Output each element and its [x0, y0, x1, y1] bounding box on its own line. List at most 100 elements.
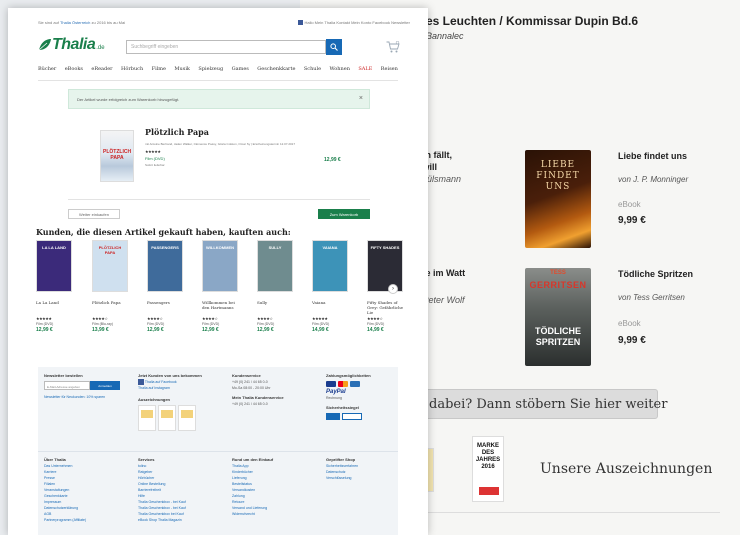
cover-text: WILLKOMMEN [206, 245, 234, 250]
product-price: 12,99 € [324, 157, 341, 163]
amex-icon [350, 381, 360, 387]
book-type: eBook [618, 319, 641, 328]
book-title[interactable]: Tödliche Spritzen [618, 269, 693, 279]
recommendation-item[interactable]: FIFTY SHADES Fifty Shades of Grey: Gefähr… [367, 240, 405, 333]
country-link[interactable]: Thalia Österreich [60, 20, 90, 25]
nav-item-games[interactable]: Games [232, 66, 249, 72]
recommendation-cover[interactable]: WILLKOMMEN [202, 240, 238, 292]
nav-item-schule[interactable]: Schule [304, 66, 321, 72]
book-title[interactable]: Liebe findet uns [618, 151, 687, 161]
nav-item-geschenkkarte[interactable]: Geschenkkarte [257, 66, 295, 72]
browse-more-button[interactable]: dabei? Dann stöbern Sie hier weiter [418, 389, 667, 419]
cart-icon[interactable] [386, 41, 400, 53]
book-author: von J. P. Monninger [618, 175, 689, 184]
recommendation-item[interactable]: PASSENGERS Passengers ★★★★☆ Film (DVD) 12,99… [147, 240, 185, 333]
thalia-logo[interactable]: Thalia .de [38, 36, 105, 54]
recommendations-heading: Kunden, die diesen Artikel gekauft haben… [36, 227, 291, 237]
top-bar-links[interactable]: Hallo Mein Thalia Kontakt Mein Konto Fac… [298, 20, 410, 26]
recommendation-rating: ★★★★☆ [257, 316, 273, 321]
product-thumbnail[interactable]: PLÖTZLICH PAPA [100, 130, 134, 182]
continue-shopping-button[interactable]: Weiter einkaufen [68, 209, 120, 219]
close-icon[interactable]: × [359, 95, 363, 102]
nav-item-ebooks[interactable]: eBooks [65, 66, 83, 72]
go-to-cart-button[interactable]: Zum Warenkorb [318, 209, 370, 219]
recommendation-item[interactable]: VAIANA Vaiana ★★★★★ Film (DVD) 14,99 € [312, 240, 350, 333]
award-icon [178, 405, 196, 432]
recommendation-format: Film (DVD) [257, 322, 275, 326]
nav-item-sale[interactable]: SALE [358, 66, 372, 72]
recommendation-title[interactable]: Passengers [147, 300, 185, 312]
recommendation-price: 12,99 € [257, 327, 274, 333]
service-cs-phone: +49 (0) 241 / 44 65 0-0 [232, 402, 268, 406]
payment-icons [326, 381, 386, 387]
recommendation-title[interactable]: Sully [257, 300, 295, 312]
recommendation-title[interactable]: Plötzlich Papa [92, 300, 130, 312]
recommendation-cover[interactable]: LA LA LAND [36, 240, 72, 292]
newsletter-email-input[interactable]: E-Mail-Adresse angeben [44, 381, 90, 390]
top-bar-prefix: Sie sind auf [38, 20, 60, 25]
recommendation-item[interactable]: SULLY Sully ★★★★☆ Film (DVD) 12,99 € [257, 240, 295, 333]
product-rating: ★★★★★ [145, 149, 161, 154]
recommendation-price: 12,99 € [202, 327, 219, 333]
recommendation-rating: ★★★★☆ [367, 316, 383, 321]
nav-item-spielzeug[interactable]: Spielzeug [198, 66, 223, 72]
footer-service: Kundenservice +49 (0) 241 / 44 65 0-0 Mo… [232, 373, 312, 407]
recommendation-cover[interactable]: FIFTY SHADES [367, 240, 403, 292]
recommendation-item[interactable]: PLÖTZLICH PAPA Plötzlich Papa ★★★★☆ Film (B… [92, 240, 130, 333]
book-author: von Tess Gerritsen [618, 293, 685, 302]
message-text: Der Artikel wurde erfolgreich zum Warenk… [77, 97, 180, 102]
recommendation-price: 14,99 € [312, 327, 329, 333]
main-navigation: Bücher eBooks eReader Hörbuch Filme Musik Spie… [38, 66, 398, 72]
search-button[interactable] [326, 39, 342, 55]
recommendation-title[interactable]: La La Land [36, 300, 74, 312]
top-bar-links-text[interactable]: Hallo Mein Thalia Kontakt Mein Konto Fac… [304, 20, 410, 25]
top-bar-location: Sie sind auf Thalia Österreich zu 2016 b… [38, 20, 125, 25]
book-cover-toedliche-spritzen[interactable]: TESS GERRITSEN TÖDLICHE SPRITZEN [525, 268, 591, 366]
facebook-icon[interactable] [298, 20, 304, 26]
book-cover-liebe-findet-uns[interactable]: LIEBE FINDET UNS [525, 150, 591, 248]
recommendation-cover[interactable]: PLÖTZLICH PAPA [92, 240, 128, 292]
product-title[interactable]: Plötzlich Papa [145, 127, 209, 137]
recommendation-title[interactable]: Willkommen bei den Hartmanns [202, 300, 240, 312]
search-input[interactable]: Suchbegriff eingeben [126, 40, 326, 54]
nav-item-ereader[interactable]: eReader [91, 66, 112, 72]
footer-about: Über Thalia Das Unternehmen Karriere Press… [44, 457, 124, 523]
newsletter-note[interactable]: Newsletter für Neukunden: 10% sparen [44, 394, 124, 400]
divider [38, 80, 398, 81]
product-availability: Sofort lieferbar [145, 163, 165, 167]
nav-item-wohnen[interactable]: Wohnen [330, 66, 350, 72]
nav-item-h-rbuch[interactable]: Hörbuch [121, 66, 143, 72]
recommendation-rating: ★★★★☆ [92, 316, 108, 321]
invoice-payment: Rechnung [326, 396, 342, 400]
nav-item-b-cher[interactable]: Bücher [38, 66, 56, 72]
instagram-link[interactable]: Thalia auf Instagram [138, 385, 218, 391]
recommendation-cover[interactable]: SULLY [257, 240, 293, 292]
mastercard-icon [338, 381, 348, 387]
footer-link[interactable]: Partnerprogramm (Affiliate) [44, 517, 124, 523]
footer-heading: Auszeichnungen [138, 397, 171, 403]
recommendation-title[interactable]: Fifty Shades of Grey: Gefährliche Lie [367, 300, 405, 315]
footer-link[interactable]: eBook Shop Thalia Magazin [138, 517, 218, 523]
recommendation-item[interactable]: WILLKOMMEN Willkommen bei den Hartmanns ★★… [202, 240, 240, 333]
nav-item-musik[interactable]: Musik [174, 66, 190, 72]
shopping-links: Thalia App Kinderbücher Lieferung Bestellst… [232, 463, 312, 517]
recommendation-cover[interactable]: VAIANA [312, 240, 348, 292]
award-badge-marke-des-jahres: MARKE DES JAHRES 2016 [472, 436, 504, 502]
nav-item-filme[interactable]: Filme [152, 66, 166, 72]
next-arrow-icon[interactable]: › [388, 284, 398, 294]
top-bar: Sie sind auf Thalia Österreich zu 2016 b… [8, 8, 428, 30]
footer: Newsletter bestellen E-Mail-Adresse ange… [38, 367, 398, 535]
recommendation-title[interactable]: Vaiana [312, 300, 350, 312]
recommendation-cover[interactable]: PASSENGERS [147, 240, 183, 292]
leaf-icon [38, 39, 51, 51]
newsletter-submit-button[interactable]: Anmelden [90, 381, 120, 390]
cover-text: PLÖTZLICH PAPA [98, 245, 122, 255]
recommendation-item[interactable]: LA LA LAND La La Land ★★★★★ Film (DVD) 12,99… [36, 240, 74, 333]
footer-link[interactable]: Verschlüsselung [326, 475, 386, 481]
background-book-title: es Leuchten / Kommissar Dupin Bd.6 [426, 14, 639, 28]
footer-contact: Gepriifter Shop Sicherheitsverfahren Date… [326, 457, 386, 481]
recommendation-format: Film (DVD) [202, 322, 220, 326]
cover-subtitle: TÖDLICHE SPRITZEN [535, 326, 581, 347]
nav-item-reisen[interactable]: Reisen [381, 66, 398, 72]
footer-link[interactable]: Widerrufsrecht [232, 511, 312, 517]
